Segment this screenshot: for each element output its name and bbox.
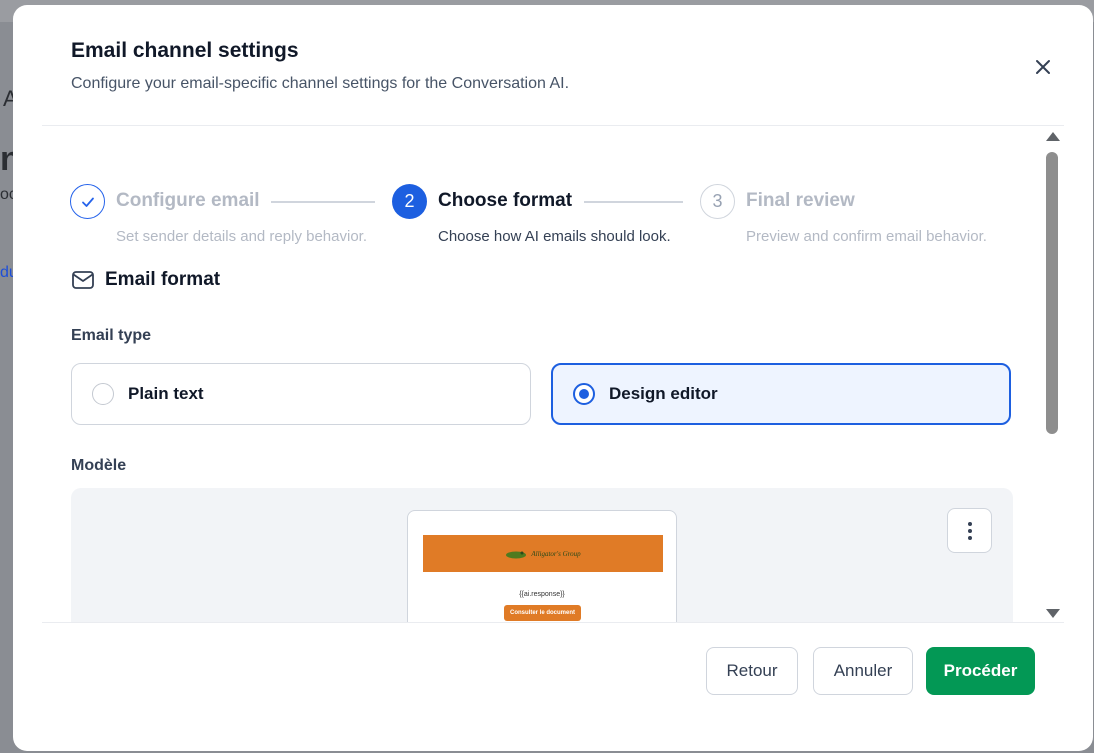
step-configure-email[interactable]: Configure email Set sender details and r… bbox=[70, 184, 367, 245]
modal-scroll-area[interactable]: Configure email Set sender details and r… bbox=[42, 126, 1044, 622]
plain-text-label: Plain text bbox=[128, 384, 204, 403]
template-header-banner: Alligator's Group bbox=[423, 535, 663, 572]
step-connector-1 bbox=[271, 201, 375, 203]
step-3-title: Final review bbox=[746, 190, 855, 211]
template-cta-button: Consulter le document bbox=[504, 605, 581, 621]
option-design-editor[interactable]: Design editor bbox=[551, 363, 1011, 425]
step-1-description: Set sender details and reply behavior. bbox=[116, 228, 367, 245]
option-plain-text[interactable]: Plain text bbox=[71, 363, 531, 425]
alligator-logo-icon bbox=[506, 551, 527, 558]
cancel-button[interactable]: Annuler bbox=[813, 647, 913, 695]
step-final-review[interactable]: 3 Final review Preview and confirm email… bbox=[700, 184, 987, 245]
step-2-description: Choose how AI emails should look. bbox=[438, 228, 671, 245]
step-choose-format[interactable]: 2 Choose format Choose how AI emails sho… bbox=[392, 184, 671, 245]
template-menu-button[interactable] bbox=[947, 508, 992, 553]
plain-text-radio[interactable] bbox=[92, 383, 114, 405]
step-connector-2 bbox=[584, 201, 683, 203]
template-ai-response-placeholder: {{ai.response}} bbox=[519, 591, 565, 598]
scroll-down-icon[interactable] bbox=[1046, 609, 1060, 618]
template-preview-area: Alligator's Group {{ai.response}} Consul… bbox=[71, 488, 1013, 622]
step-1-title: Configure email bbox=[116, 190, 260, 211]
email-type-label: Email type bbox=[71, 327, 152, 344]
step-3-description: Preview and confirm email behavior. bbox=[746, 228, 987, 245]
modal-subtitle: Configure your email-specific channel se… bbox=[71, 75, 570, 92]
close-button[interactable] bbox=[1029, 53, 1057, 81]
modal-title: Email channel settings bbox=[71, 39, 299, 62]
template-logo-text: Alligator's Group bbox=[531, 549, 581, 558]
template-card[interactable]: Alligator's Group {{ai.response}} Consul… bbox=[407, 510, 677, 622]
proceed-button[interactable]: Procéder bbox=[926, 647, 1035, 695]
vertical-scrollbar[interactable] bbox=[1044, 130, 1060, 620]
email-format-heading: Email format bbox=[71, 269, 220, 291]
template-label: Modèle bbox=[71, 457, 127, 474]
step-3-circle: 3 bbox=[700, 184, 735, 219]
email-channel-settings-modal: Email channel settings Configure your em… bbox=[13, 5, 1093, 751]
kebab-menu-icon bbox=[967, 521, 972, 526]
check-icon bbox=[81, 197, 94, 207]
step-2-title: Choose format bbox=[438, 190, 573, 211]
email-format-title: Email format bbox=[105, 269, 221, 290]
close-icon bbox=[1036, 60, 1050, 74]
design-editor-label: Design editor bbox=[609, 384, 718, 403]
scrollbar-thumb[interactable] bbox=[1046, 152, 1058, 434]
step-2-circle: 2 bbox=[392, 184, 427, 219]
back-button[interactable]: Retour bbox=[706, 647, 798, 695]
scroll-up-icon[interactable] bbox=[1046, 132, 1060, 141]
footer-divider bbox=[42, 622, 1064, 623]
design-editor-radio[interactable] bbox=[573, 383, 595, 405]
step-1-circle bbox=[70, 184, 105, 219]
mail-icon bbox=[72, 271, 94, 289]
